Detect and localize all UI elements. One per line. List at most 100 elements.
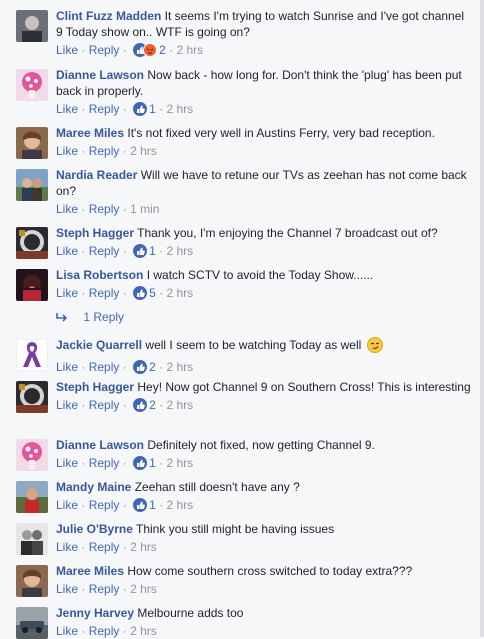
like-reaction-icon[interactable] [133, 498, 148, 516]
smirk-emoji-icon [366, 337, 383, 357]
reply-button[interactable]: Reply [89, 498, 120, 512]
comment-actions: Like · Reply · 1 · 2 hrs [56, 101, 472, 120]
avatar[interactable] [16, 227, 48, 259]
reaction-count: 5 [149, 286, 156, 300]
timestamp[interactable]: 2 hrs [166, 102, 193, 116]
comment-text: well I seem to be watching Today as well [145, 338, 362, 352]
reply-button[interactable]: Reply [89, 102, 120, 116]
avatar[interactable] [16, 439, 48, 471]
reply-button[interactable]: Reply [89, 144, 120, 158]
right-border [480, 0, 484, 637]
like-button[interactable]: Like [56, 43, 78, 57]
reply-arrow-icon [56, 310, 71, 324]
like-button[interactable]: Like [56, 202, 78, 216]
commenter-name[interactable]: Nardia Reader [56, 168, 137, 182]
avatar[interactable] [16, 523, 48, 555]
comment-actions: Like · Reply · 1 · 2 hrs [56, 243, 472, 262]
like-button[interactable]: Like [56, 582, 78, 596]
commenter-name[interactable]: Lisa Robertson [56, 268, 143, 282]
reply-button[interactable]: Reply [89, 456, 120, 470]
reaction-count: 1 [149, 102, 156, 116]
avatar[interactable] [16, 69, 48, 101]
view-replies-link[interactable]: 1 Reply [56, 310, 124, 324]
like-button[interactable]: Like [56, 456, 78, 470]
reply-button[interactable]: Reply [89, 360, 120, 374]
timestamp[interactable]: 1 min [130, 202, 159, 216]
avatar[interactable] [16, 339, 48, 371]
avatar[interactable] [16, 169, 48, 201]
avatar[interactable] [16, 127, 48, 159]
comment-text: I watch SCTV to avoid the Today Show....… [146, 268, 374, 282]
comment-text: Zeehan still doesn't have any ? [134, 480, 300, 494]
comment-actions: Like · Reply · 2 hrs [56, 582, 157, 596]
reply-button[interactable]: Reply [89, 398, 120, 412]
like-reaction-icon[interactable] [133, 360, 148, 378]
comment-actions: Like · Reply · 2 · 2 hrs [56, 42, 472, 61]
like-button[interactable]: Like [56, 624, 78, 638]
like-reaction-icon[interactable] [133, 244, 148, 262]
comment-actions: Like · Reply · 2 · 2 hrs [56, 397, 472, 416]
commenter-name[interactable]: Dianne Lawson [56, 68, 144, 82]
like-button[interactable]: Like [56, 286, 78, 300]
timestamp[interactable]: 2 hrs [166, 398, 193, 412]
comment-actions: Like · Reply · 2 hrs [56, 540, 157, 554]
like-button[interactable]: Like [56, 540, 78, 554]
timestamp[interactable]: 2 hrs [166, 498, 193, 512]
timestamp[interactable]: 2 hrs [130, 624, 157, 638]
reply-button[interactable]: Reply [89, 582, 120, 596]
comment-text: It's not fixed very well in Austins Ferr… [127, 126, 435, 140]
timestamp[interactable]: 2 hrs [130, 144, 157, 158]
like-button[interactable]: Like [56, 144, 78, 158]
avatar[interactable] [16, 565, 48, 597]
avatar[interactable] [16, 10, 48, 42]
replies-count-label[interactable]: 1 Reply [83, 310, 124, 324]
commenter-name[interactable]: Jenny Harvey [56, 606, 134, 620]
comment-text: Melbourne adds too [137, 606, 244, 620]
avatar[interactable] [16, 607, 48, 639]
reply-button[interactable]: Reply [89, 244, 120, 258]
commenter-name[interactable]: Julie O'Byrne [56, 522, 133, 536]
comment-actions: Like · Reply · 2 · 2 hrs [56, 359, 472, 378]
like-reaction-icon[interactable] [133, 456, 148, 474]
reply-button[interactable]: Reply [89, 43, 120, 57]
timestamp[interactable]: 2 hrs [166, 360, 193, 374]
like-button[interactable]: Like [56, 398, 78, 412]
reaction-count: 1 [149, 244, 156, 258]
like-button[interactable]: Like [56, 498, 78, 512]
avatar[interactable] [16, 481, 48, 513]
commenter-name[interactable]: Steph Hagger [56, 380, 134, 394]
reply-button[interactable]: Reply [89, 540, 120, 554]
timestamp[interactable]: 2 hrs [130, 582, 157, 596]
like-reaction-icon[interactable] [133, 286, 148, 304]
comment-actions: Like · Reply · 1 · 2 hrs [56, 455, 472, 474]
reply-button[interactable]: Reply [89, 624, 120, 638]
timestamp[interactable]: 2 hrs [166, 244, 193, 258]
like-button[interactable]: Like [56, 102, 78, 116]
timestamp[interactable]: 2 hrs [176, 43, 203, 57]
reaction-icons[interactable] [133, 43, 158, 61]
reply-button[interactable]: Reply [89, 202, 120, 216]
commenter-name[interactable]: Steph Hagger [56, 226, 134, 240]
like-reaction-icon[interactable] [133, 102, 148, 120]
comment-actions: Like · Reply · 1 · 2 hrs [56, 497, 472, 516]
commenter-name[interactable]: Maree Miles [56, 126, 124, 140]
commenter-name[interactable]: Mandy Maine [56, 480, 131, 494]
commenter-name[interactable]: Jackie Quarrell [56, 338, 142, 352]
comment-actions: Like · Reply · 2 hrs [56, 144, 157, 158]
avatar[interactable] [16, 269, 48, 301]
like-reaction-icon[interactable] [133, 398, 148, 416]
like-button[interactable]: Like [56, 360, 78, 374]
like-button[interactable]: Like [56, 244, 78, 258]
comment-text: Hey! Now got Channel 9 on Southern Cross… [137, 380, 471, 394]
commenter-name[interactable]: Maree Miles [56, 564, 124, 578]
timestamp[interactable]: 2 hrs [166, 456, 193, 470]
reaction-count: 2 [149, 398, 156, 412]
avatar[interactable] [16, 381, 48, 413]
reply-button[interactable]: Reply [89, 286, 120, 300]
commenter-name[interactable]: Dianne Lawson [56, 438, 144, 452]
comment-actions: Like · Reply · 1 min [56, 202, 160, 216]
comment-text: Definitely not fixed, now getting Channe… [147, 438, 375, 452]
timestamp[interactable]: 2 hrs [130, 540, 157, 554]
commenter-name[interactable]: Clint Fuzz Madden [56, 9, 161, 23]
timestamp[interactable]: 2 hrs [166, 286, 193, 300]
